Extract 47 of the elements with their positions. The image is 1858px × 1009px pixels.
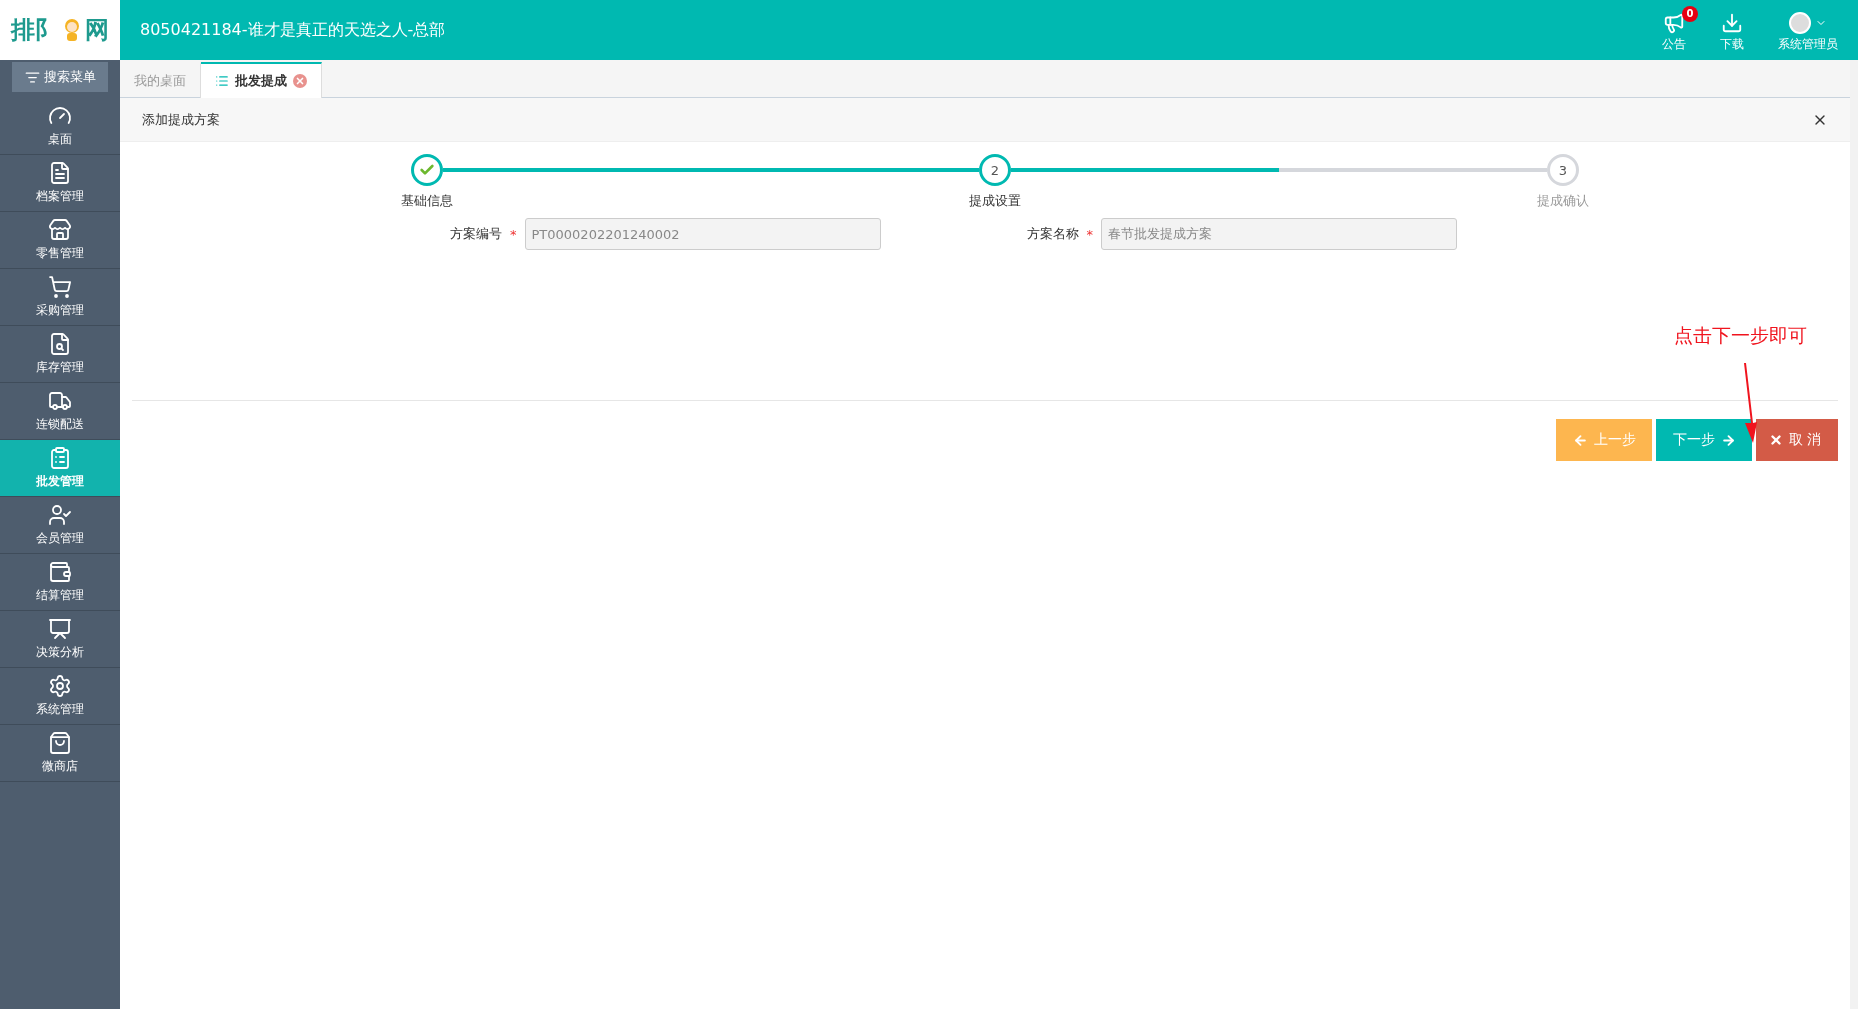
sidebar-item[interactable]: 系统管理	[0, 668, 120, 725]
required-mark: *	[1086, 226, 1093, 242]
bag-icon	[48, 731, 72, 755]
step-label: 基础信息	[401, 192, 453, 210]
logo: 排阝 网	[0, 0, 120, 60]
download-icon	[1721, 11, 1743, 34]
sidebar-item[interactable]: 库存管理	[0, 326, 120, 383]
speaker-icon	[1663, 11, 1685, 34]
window-title: 8050421184-谁才是真正的天选之人-总部	[139, 19, 447, 41]
step-circle: 3	[1547, 154, 1579, 186]
arrow-right-icon	[1720, 432, 1736, 448]
search-menu-button[interactable]: 搜索菜单	[12, 62, 108, 92]
notice-button[interactable]: 公告 0	[1658, 5, 1698, 55]
sidebar-item[interactable]: 零售管理	[0, 212, 120, 269]
list-icon	[215, 74, 229, 88]
panel-title: 添加提成方案	[142, 110, 220, 129]
tab[interactable]: 批发提成	[201, 62, 322, 98]
truck-icon	[48, 389, 72, 413]
step-circle: 2	[979, 154, 1011, 186]
user-icon	[48, 503, 72, 527]
input-field[interactable]: 春节批发提成方案	[1101, 218, 1457, 250]
count-badge: 0	[1682, 5, 1698, 22]
store-icon	[48, 218, 72, 242]
sidebar-item[interactable]: 档案管理	[0, 155, 120, 212]
avatar	[1789, 11, 1811, 34]
clipboard-icon	[48, 446, 72, 470]
cancel-button[interactable]: 取消	[1756, 419, 1838, 461]
wallet-icon	[48, 560, 72, 584]
sidebar-item[interactable]: 决策分析	[0, 611, 120, 668]
cart-icon	[48, 275, 72, 299]
check-icon	[419, 162, 435, 178]
close-icon	[1769, 433, 1783, 447]
required-mark: *	[510, 226, 517, 242]
annotation-text: 点击下一步即可	[1673, 323, 1807, 348]
search-menu-icon	[24, 69, 40, 85]
sidebar-item[interactable]: 结算管理	[0, 554, 120, 611]
sidebar-item[interactable]: 微商店	[0, 725, 120, 782]
step-label: 提成确认	[1537, 192, 1589, 210]
field-label: 方案编号	[449, 225, 502, 243]
sidebar-item[interactable]: 采购管理	[0, 269, 120, 326]
sidebar-item[interactable]: 会员管理	[0, 497, 120, 554]
field-label: 方案名称	[1025, 225, 1079, 243]
settings-icon	[48, 674, 72, 698]
step-label: 提成设置	[969, 192, 1021, 210]
search-document-icon	[48, 332, 72, 356]
document-icon	[48, 161, 72, 185]
chart-board-icon	[48, 617, 72, 641]
